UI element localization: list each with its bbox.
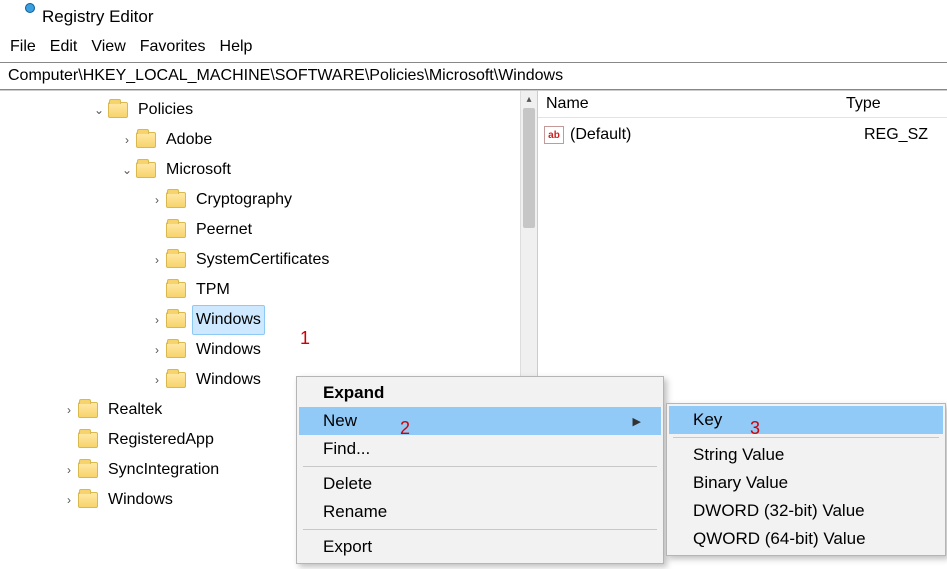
value-name: (Default) — [570, 126, 864, 144]
context-submenu-new: Key String Value Binary Value DWORD (32-… — [666, 403, 946, 556]
ctx-expand[interactable]: Expand — [299, 379, 661, 407]
tree-label: RegisteredApp — [104, 425, 218, 455]
tree-item-systemcertificates[interactable]: › SystemCertificates — [0, 245, 537, 275]
ctx-new[interactable]: New ▶ — [299, 407, 661, 435]
tree-label: Windows — [192, 305, 265, 335]
window-title: Registry Editor — [42, 7, 153, 27]
folder-icon — [166, 372, 186, 388]
tree-label: Windows — [104, 485, 177, 515]
folder-icon — [166, 342, 186, 358]
title-bar: Registry Editor — [0, 0, 947, 34]
ctx-label: DWORD (32-bit) Value — [693, 501, 865, 521]
tree-item-tpm[interactable]: TPM — [0, 275, 537, 305]
tree-item-windows-selected[interactable]: › Windows — [0, 305, 537, 335]
chevron-right-icon[interactable]: › — [148, 366, 166, 394]
separator — [303, 529, 657, 530]
ctx-label: Binary Value — [693, 473, 788, 493]
ctx-label: Expand — [323, 383, 384, 403]
chevron-right-icon[interactable]: › — [118, 126, 136, 154]
address-bar[interactable]: Computer\HKEY_LOCAL_MACHINE\SOFTWARE\Pol… — [0, 62, 947, 90]
tree-label: Windows — [192, 365, 265, 395]
ctx-new-binary[interactable]: Binary Value — [669, 469, 943, 497]
ctx-label: Export — [323, 537, 372, 557]
ctx-label: Find... — [323, 439, 370, 459]
tree-label: TPM — [192, 275, 234, 305]
menu-favorites[interactable]: Favorites — [140, 38, 206, 56]
chevron-down-icon[interactable]: ⌄ — [90, 96, 108, 124]
scroll-up-icon[interactable]: ▴ — [521, 91, 537, 108]
ctx-label: QWORD (64-bit) Value — [693, 529, 866, 549]
separator — [673, 437, 939, 438]
folder-icon — [78, 402, 98, 418]
scroll-thumb[interactable] — [523, 108, 535, 228]
chevron-right-icon[interactable]: › — [60, 396, 78, 424]
tree-label: SyncIntegration — [104, 455, 223, 485]
menu-bar: File Edit View Favorites Help — [0, 34, 947, 62]
chevron-right-icon[interactable]: › — [148, 306, 166, 334]
folder-icon — [78, 432, 98, 448]
folder-icon — [136, 132, 156, 148]
ctx-label: Key — [693, 410, 722, 430]
string-value-icon: ab — [544, 126, 564, 144]
ctx-new-string[interactable]: String Value — [669, 441, 943, 469]
chevron-right-icon[interactable]: › — [148, 246, 166, 274]
tree-label: Windows — [192, 335, 265, 365]
tree-item-policies[interactable]: ⌄ Policies — [0, 95, 537, 125]
tree-item-cryptography[interactable]: › Cryptography — [0, 185, 537, 215]
folder-icon — [166, 282, 186, 298]
tree-label: Realtek — [104, 395, 166, 425]
folder-icon — [136, 162, 156, 178]
ctx-label: Delete — [323, 474, 372, 494]
tree-label: Peernet — [192, 215, 256, 245]
folder-icon — [166, 312, 186, 328]
col-header-type[interactable]: Type — [846, 95, 881, 113]
folder-icon — [166, 222, 186, 238]
regedit-icon — [10, 6, 32, 28]
list-rows: ab (Default) REG_SZ — [538, 118, 947, 148]
tree-label: Cryptography — [192, 185, 296, 215]
menu-edit[interactable]: Edit — [50, 38, 78, 56]
folder-icon — [78, 462, 98, 478]
tree-item-peernet[interactable]: Peernet — [0, 215, 537, 245]
ctx-label: String Value — [693, 445, 784, 465]
menu-help[interactable]: Help — [220, 38, 253, 56]
folder-icon — [166, 252, 186, 268]
chevron-right-icon[interactable]: › — [148, 186, 166, 214]
ctx-rename[interactable]: Rename — [299, 498, 661, 526]
folder-icon — [78, 492, 98, 508]
ctx-new-qword[interactable]: QWORD (64-bit) Value — [669, 525, 943, 553]
separator — [303, 466, 657, 467]
chevron-right-icon[interactable]: › — [60, 486, 78, 514]
menu-file[interactable]: File — [10, 38, 36, 56]
list-row[interactable]: ab (Default) REG_SZ — [544, 122, 947, 148]
chevron-right-icon[interactable]: › — [60, 456, 78, 484]
ctx-new-dword[interactable]: DWORD (32-bit) Value — [669, 497, 943, 525]
tree-label: Policies — [134, 95, 197, 125]
ctx-delete[interactable]: Delete — [299, 470, 661, 498]
folder-icon — [166, 192, 186, 208]
ctx-find[interactable]: Find... — [299, 435, 661, 463]
tree-label: SystemCertificates — [192, 245, 333, 275]
list-header: Name Type — [538, 91, 947, 118]
tree-label: Adobe — [162, 125, 216, 155]
menu-view[interactable]: View — [91, 38, 125, 56]
folder-icon — [108, 102, 128, 118]
ctx-label: New — [323, 411, 357, 431]
tree-item-microsoft[interactable]: ⌄ Microsoft — [0, 155, 537, 185]
tree-label: Microsoft — [162, 155, 235, 185]
ctx-export[interactable]: Export — [299, 533, 661, 561]
chevron-right-icon[interactable]: › — [148, 336, 166, 364]
tree-item-windows-2[interactable]: › Windows — [0, 335, 537, 365]
submenu-arrow-icon: ▶ — [633, 415, 641, 428]
context-menu-key: Expand New ▶ Find... Delete Rename Expor… — [296, 376, 664, 564]
chevron-down-icon[interactable]: ⌄ — [118, 156, 136, 184]
value-type: REG_SZ — [864, 126, 928, 144]
tree-item-adobe[interactable]: › Adobe — [0, 125, 537, 155]
ctx-new-key[interactable]: Key — [669, 406, 943, 434]
col-header-name[interactable]: Name — [546, 95, 846, 113]
ctx-label: Rename — [323, 502, 387, 522]
